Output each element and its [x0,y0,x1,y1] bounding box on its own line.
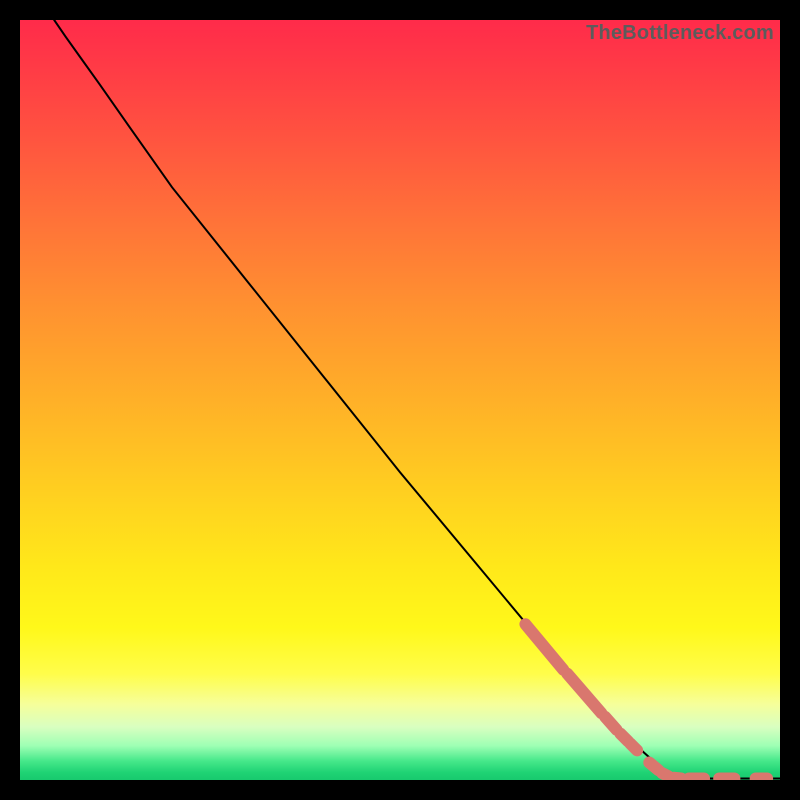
highlight-dash [605,717,616,730]
highlight-dash [649,763,658,771]
curve-layer [20,20,780,780]
main-curve [54,20,780,778]
highlight-dash [674,778,682,779]
plot-area: TheBottleneck.com [20,20,780,780]
highlight-dash [525,624,563,670]
highlight-dash [662,773,668,776]
chart-stage: TheBottleneck.com [0,0,800,800]
highlight-dash [567,674,601,714]
highlight-dash [630,744,637,751]
